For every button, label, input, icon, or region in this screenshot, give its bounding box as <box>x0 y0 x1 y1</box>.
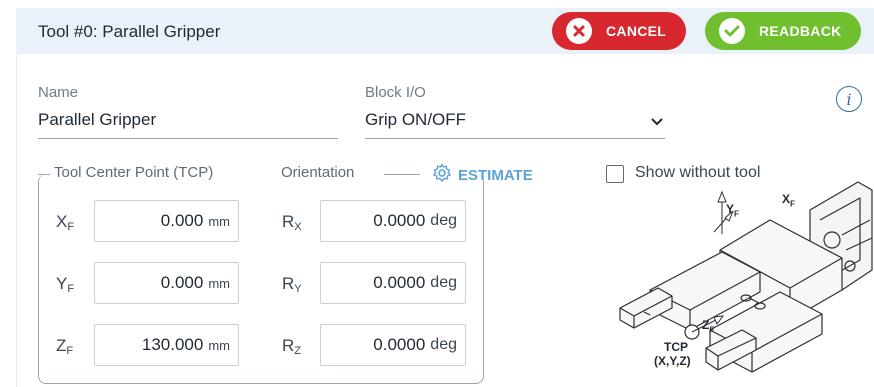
name-input[interactable]: Parallel Gripper <box>38 110 156 130</box>
gear-icon <box>432 163 452 187</box>
xf-diagram-label: XF <box>782 192 795 209</box>
ry-input[interactable]: 0.0000 deg <box>320 262 466 304</box>
readback-button-label: READBACK <box>759 23 842 39</box>
name-label: Name <box>38 84 79 101</box>
cancel-button[interactable]: CANCEL <box>552 12 686 50</box>
cancel-button-label: CANCEL <box>606 23 667 39</box>
readback-button[interactable]: READBACK <box>705 12 861 50</box>
gripper-diagram: XF YF ZF TCP (X,Y,Z) <box>610 180 874 387</box>
estimate-button[interactable]: ESTIMATE <box>432 163 533 187</box>
ry-axis-label: RY <box>282 274 302 295</box>
name-input-underline <box>38 138 338 139</box>
tcp-coords-label: (X,Y,Z) <box>654 354 691 368</box>
estimate-label: ESTIMATE <box>458 166 533 184</box>
chevron-down-icon[interactable] <box>650 114 664 132</box>
yf-diagram-label: YF <box>726 202 739 219</box>
rz-axis-label: RZ <box>282 336 302 357</box>
dialog-header: Tool #0: Parallel Gripper CANCEL READBAC… <box>16 8 874 54</box>
rx-input[interactable]: 0.0000 deg <box>320 200 466 242</box>
block-io-label: Block I/O <box>365 84 426 101</box>
zf-diagram-label: ZF <box>702 318 715 335</box>
info-icon[interactable]: i <box>836 86 862 112</box>
zf-axis-label: ZF <box>56 336 74 357</box>
dialog-title: Tool #0: Parallel Gripper <box>38 22 221 41</box>
yf-input[interactable]: 0.000 mm <box>94 262 239 304</box>
block-io-select[interactable]: Grip ON/OFF <box>365 110 466 130</box>
gripper-illustration <box>619 181 873 373</box>
block-io-underline <box>365 138 665 139</box>
close-circle-icon <box>566 18 592 44</box>
xf-input[interactable]: 0.000 mm <box>94 200 239 242</box>
tcp-box-border-segment <box>38 174 50 175</box>
rx-axis-label: RX <box>282 212 302 233</box>
tcp-diagram-label: TCP <box>664 340 688 354</box>
orientation-divider <box>384 174 420 175</box>
check-circle-icon <box>719 18 745 44</box>
tcp-section-title: Tool Center Point (TCP) <box>50 164 218 181</box>
xf-axis-label: XF <box>56 212 75 233</box>
rz-input[interactable]: 0.0000 deg <box>320 324 466 366</box>
yf-axis-label: YF <box>56 274 75 295</box>
zf-input[interactable]: 130.000 mm <box>94 324 239 366</box>
orientation-section-title: Orientation <box>277 164 359 181</box>
